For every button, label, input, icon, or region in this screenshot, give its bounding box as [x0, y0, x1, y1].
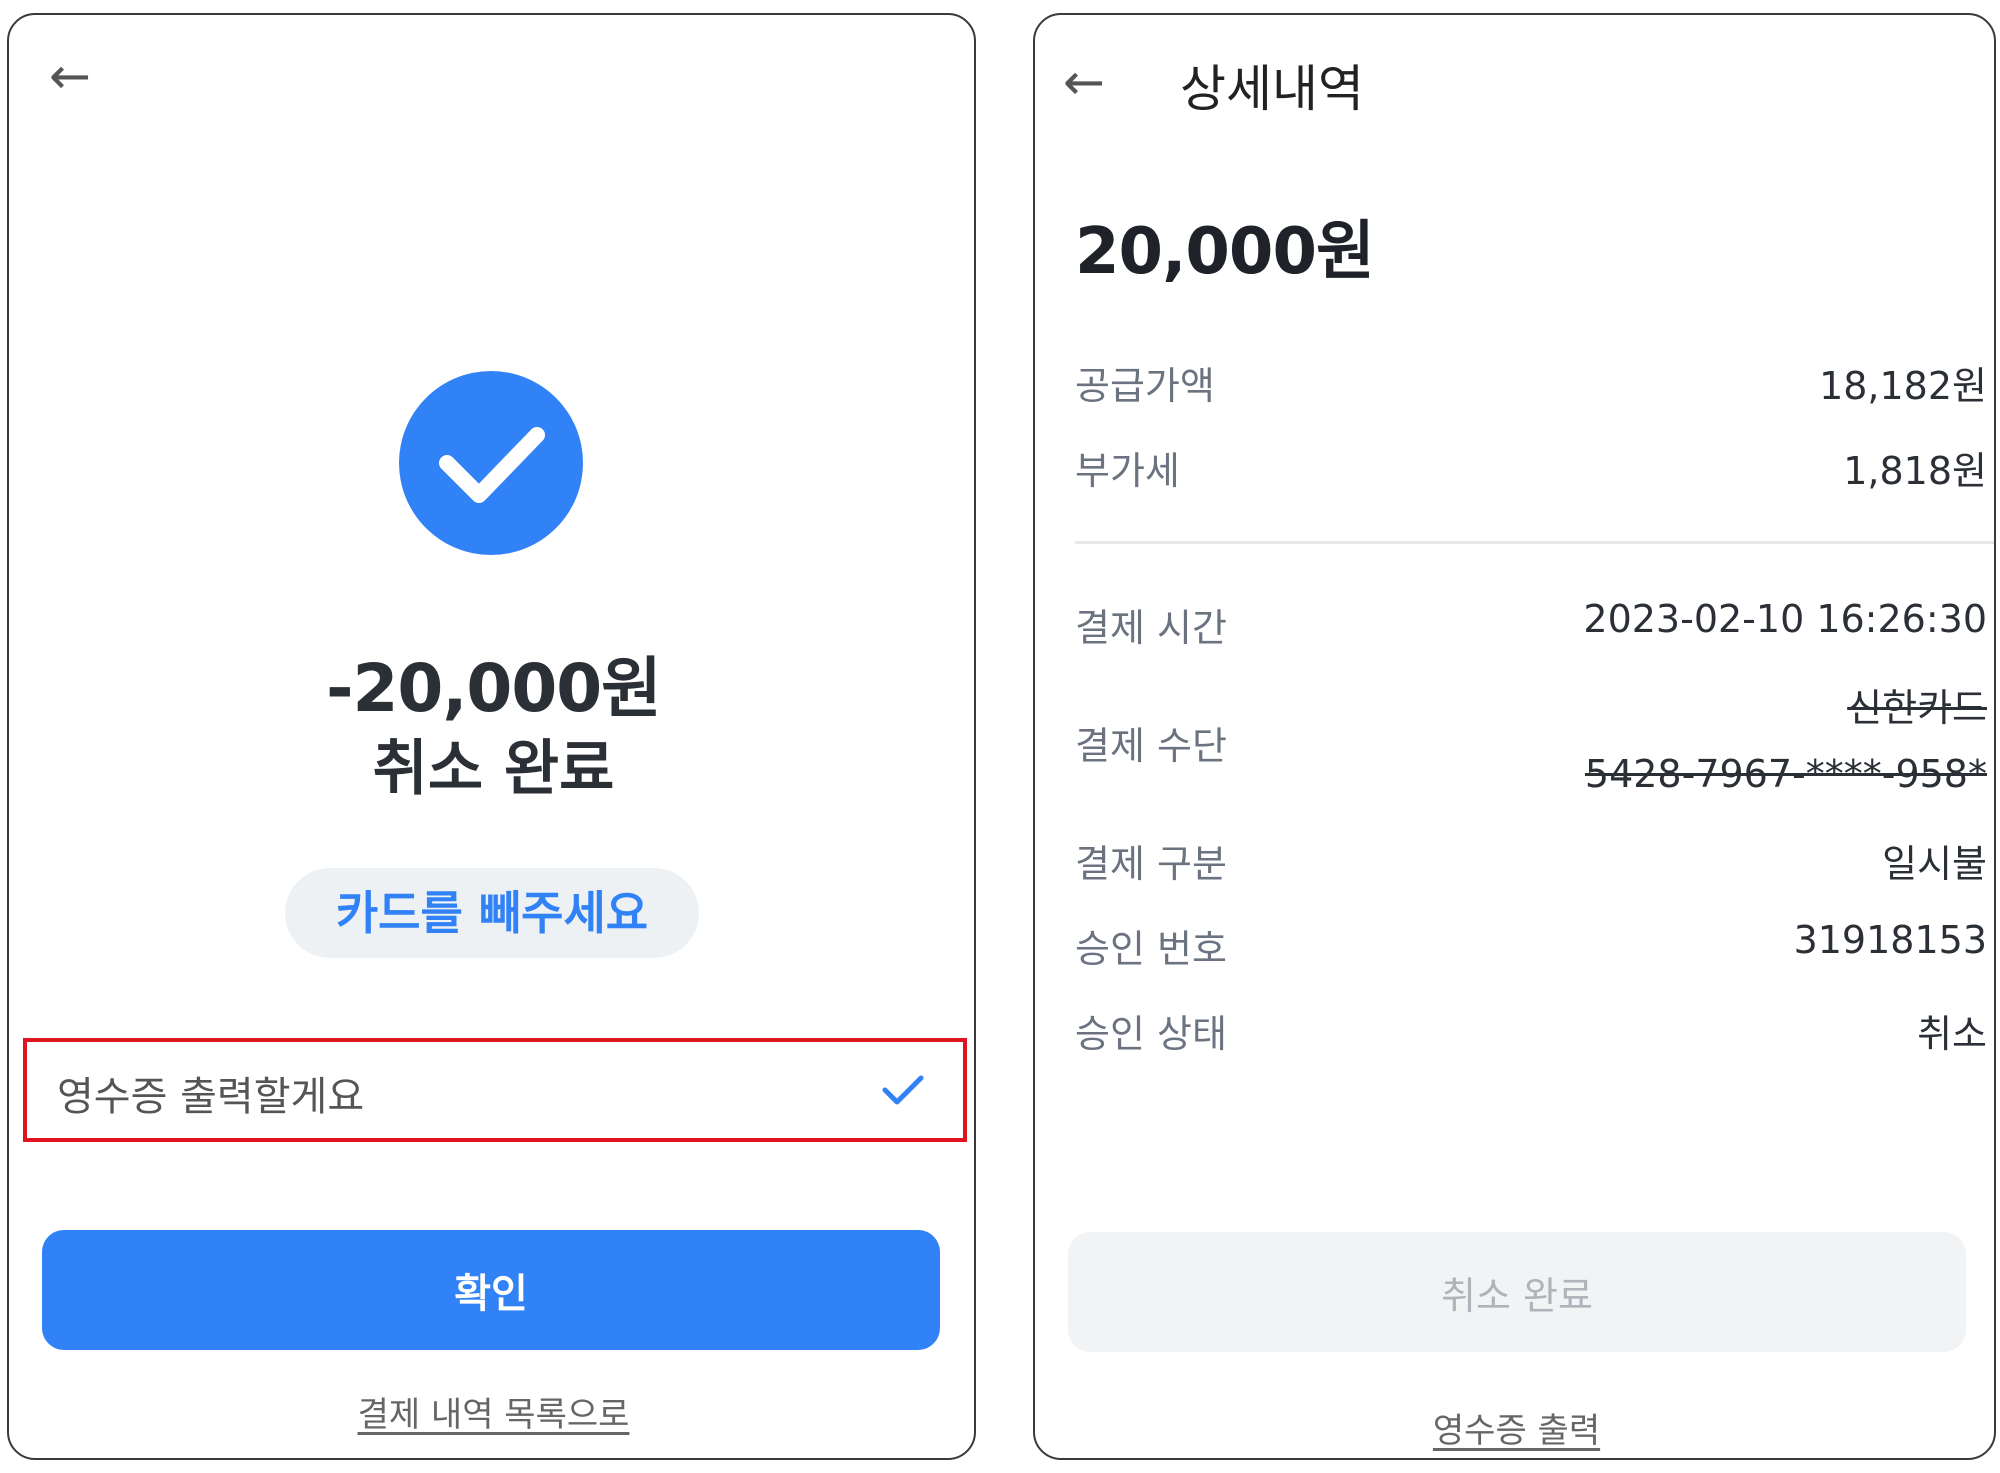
receipt-print-label[interactable]: 영수증 출력 — [1433, 1411, 1600, 1451]
approval-status-label: 승인 상태 — [1075, 1012, 1227, 1056]
vat-value: 1,818원 — [1843, 449, 1987, 493]
receipt-option-label: 영수증 출력할게요 — [57, 1074, 365, 1120]
check-icon — [881, 1072, 925, 1112]
payment-method-value: 신한카드 5428-7967-****-958* — [1585, 675, 1987, 807]
remove-card-notice: 카드를 빼주세요 — [285, 868, 699, 958]
card-name: 신한카드 — [1847, 686, 1987, 730]
supply-price-label: 공급가액 — [1075, 364, 1215, 408]
back-arrow-icon[interactable]: ← — [1063, 57, 1105, 107]
payment-detail-screen: ← 상세내역 20,000원 공급가액 18,182원 부가세 1,818원 결… — [1033, 13, 1996, 1460]
page-title: 상세내역 — [1180, 60, 1364, 118]
payment-method-label: 결제 수단 — [1075, 724, 1227, 768]
receipt-print-link[interactable]: 영수증 출력 — [1035, 1403, 1994, 1452]
approval-status-value: 취소 — [1917, 1012, 1987, 1056]
back-to-list-label[interactable]: 결제 내역 목록으로 — [358, 1395, 630, 1435]
payment-time-value: 2023-02-10 16:26:30 — [1583, 597, 1987, 641]
payment-type-value: 일시불 — [1882, 842, 1987, 886]
divider — [1075, 541, 1994, 544]
receipt-print-option[interactable]: 영수증 출력할게요 — [23, 1038, 967, 1142]
vat-label: 부가세 — [1075, 449, 1180, 493]
supply-price-value: 18,182원 — [1819, 364, 1987, 408]
back-arrow-icon[interactable]: ← — [49, 51, 91, 101]
payment-amount: 20,000원 — [1075, 215, 1375, 289]
payment-type-label: 결제 구분 — [1075, 842, 1227, 886]
cancel-complete-screen: ← -20,000원 취소 완료 카드를 빼주세요 영수증 출력할게요 확인 결… — [7, 13, 976, 1460]
success-check-icon — [399, 371, 583, 555]
back-to-list-link[interactable]: 결제 내역 목록으로 — [9, 1387, 974, 1436]
cancel-status-title: 취소 완료 — [372, 734, 615, 804]
card-number: 5428-7967-****-958* — [1584, 752, 1987, 796]
approval-number-label: 승인 번호 — [1075, 927, 1227, 971]
approval-number-value: 31918153 — [1793, 918, 1987, 962]
payment-time-label: 결제 시간 — [1075, 606, 1227, 650]
cancel-complete-button: 취소 완료 — [1068, 1232, 1966, 1352]
cancel-amount: -20,000원 — [326, 650, 662, 727]
confirm-button[interactable]: 확인 — [42, 1230, 940, 1350]
